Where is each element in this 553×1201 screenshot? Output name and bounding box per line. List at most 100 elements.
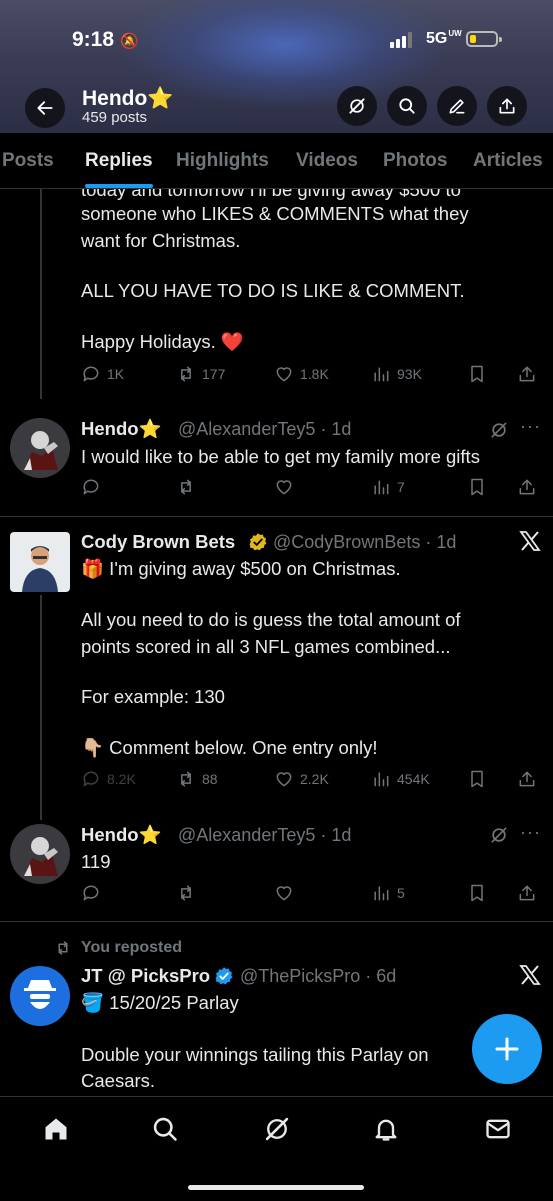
reply-button[interactable] — [81, 883, 107, 903]
share-icon — [519, 479, 535, 495]
share-post-button[interactable] — [517, 364, 537, 384]
post-text-line: 🪣 15/20/25 Parlay — [81, 992, 239, 1013]
bookmark-button[interactable] — [467, 364, 487, 384]
reply-button[interactable]: 1K — [81, 364, 124, 384]
more-options-icon[interactable]: ··· — [520, 416, 541, 437]
tab-photos[interactable]: Photos — [383, 150, 447, 172]
share-button[interactable] — [487, 86, 527, 126]
home-icon[interactable] — [42, 1115, 70, 1143]
author-handle[interactable]: @CodyBrownBets · 1d — [273, 532, 456, 553]
avatar[interactable] — [10, 418, 70, 478]
bookmark-button[interactable] — [467, 883, 487, 903]
tab-replies[interactable]: Replies — [85, 150, 153, 172]
tab-articles[interactable]: Articles — [473, 150, 543, 172]
plus-icon — [495, 1037, 519, 1061]
reply-icon — [83, 479, 99, 495]
author-name[interactable]: JT @ PicksPro — [81, 965, 210, 987]
compose-button[interactable] — [437, 86, 477, 126]
repost-icon — [58, 941, 68, 955]
signal-icon — [390, 32, 416, 48]
profile-name: Hendo⭐ — [82, 87, 174, 110]
like-button[interactable] — [274, 477, 300, 497]
bookmark-button[interactable] — [467, 477, 487, 497]
profile-tabs: Posts Replies Highlights Videos Photos A… — [0, 133, 553, 189]
repost-button[interactable] — [176, 477, 202, 497]
bell-icon[interactable] — [372, 1115, 400, 1143]
heart-icon — [276, 480, 292, 495]
author-name[interactable]: Hendo⭐ — [81, 824, 162, 846]
repost-button[interactable] — [176, 883, 202, 903]
bell-slash-icon: 🔕 — [120, 33, 139, 50]
grok-icon[interactable] — [489, 420, 509, 440]
share-post-button[interactable] — [517, 477, 537, 497]
home-indicator — [188, 1185, 364, 1190]
author-name[interactable]: Hendo⭐ — [81, 418, 162, 440]
thread-line — [40, 595, 42, 820]
repost-icon — [181, 885, 191, 901]
thread-line — [40, 189, 42, 399]
back-button[interactable] — [25, 88, 65, 128]
grok-icon[interactable] — [489, 825, 509, 845]
reply-icon — [83, 885, 99, 901]
repost-label[interactable]: You reposted — [81, 939, 182, 957]
share-post-button[interactable] — [517, 883, 537, 903]
repost-icon — [181, 366, 191, 382]
views-icon — [374, 886, 389, 901]
views-button[interactable]: 454K — [371, 769, 430, 789]
post-text-line: want for Christmas. — [81, 230, 241, 251]
tab-posts[interactable]: Posts — [2, 150, 54, 172]
more-options-icon[interactable]: ··· — [520, 822, 541, 843]
author-handle[interactable]: @ThePicksPro · 6d — [240, 966, 396, 987]
bookmark-button[interactable] — [467, 769, 487, 789]
status-time: 9:18 🔕 — [72, 28, 139, 51]
tab-videos[interactable]: Videos — [296, 150, 358, 172]
post-text-line: someone who LIKES & COMMENTS what they — [81, 203, 469, 224]
x-logo-icon[interactable] — [518, 963, 542, 987]
like-button[interactable]: 1.8K — [274, 364, 329, 384]
bookmark-icon — [471, 478, 483, 496]
post-text-line: Happy Holidays. ❤️ — [81, 331, 244, 352]
post-text-line: 119 — [81, 851, 111, 872]
author-handle[interactable]: @AlexanderTey5 · 1d — [178, 825, 351, 846]
views-button[interactable]: 5 — [371, 883, 405, 903]
post-text-line: All you need to do is guess the total am… — [81, 609, 461, 630]
post-actions: 1K 177 1.8K 93K — [81, 364, 541, 390]
compose-fab-button[interactable] — [472, 1014, 542, 1084]
like-button[interactable]: 2.2K — [274, 769, 329, 789]
reply-button[interactable] — [81, 477, 107, 497]
x-logo-icon[interactable] — [518, 529, 542, 553]
grok-icon[interactable] — [263, 1115, 291, 1143]
views-icon — [374, 367, 389, 382]
share-post-button[interactable] — [517, 769, 537, 789]
search-icon[interactable] — [151, 1115, 179, 1143]
avatar[interactable] — [10, 532, 70, 592]
share-icon — [519, 771, 535, 787]
views-button[interactable]: 7 — [371, 477, 405, 497]
network-label: 5GUW — [426, 29, 462, 48]
tab-highlights[interactable]: Highlights — [176, 150, 269, 172]
like-button[interactable] — [274, 883, 300, 903]
heart-icon — [276, 886, 292, 901]
author-handle[interactable]: @AlexanderTey5 · 1d — [178, 419, 351, 440]
reply-button[interactable]: 8.2K — [81, 769, 136, 789]
post-text-line: Double your winnings tailing this Parlay… — [81, 1044, 429, 1065]
post-text-line: ALL YOU HAVE TO DO IS LIKE & COMMENT. — [81, 280, 465, 301]
search-button[interactable] — [387, 86, 427, 126]
post-text-line: 🎁 I'm giving away $500 on Christmas. — [81, 558, 401, 579]
reply-icon — [83, 366, 99, 382]
repost-button[interactable]: 88 — [176, 769, 218, 789]
grok-button[interactable] — [337, 86, 377, 126]
post-actions: 5 — [81, 883, 541, 909]
share-icon — [499, 98, 515, 114]
avatar[interactable] — [10, 824, 70, 884]
repost-button[interactable]: 177 — [176, 364, 225, 384]
post-text-line: For example: 130 — [81, 686, 225, 707]
avatar[interactable] — [10, 966, 70, 1026]
mail-icon[interactable] — [484, 1115, 512, 1143]
post-text-line: points scored in all 3 NFL games combine… — [81, 636, 451, 657]
active-tab-indicator — [85, 184, 153, 188]
views-button[interactable]: 93K — [371, 364, 422, 384]
divider — [0, 921, 553, 922]
repost-icon — [181, 771, 191, 787]
author-name[interactable]: Cody Brown Bets — [81, 531, 235, 553]
